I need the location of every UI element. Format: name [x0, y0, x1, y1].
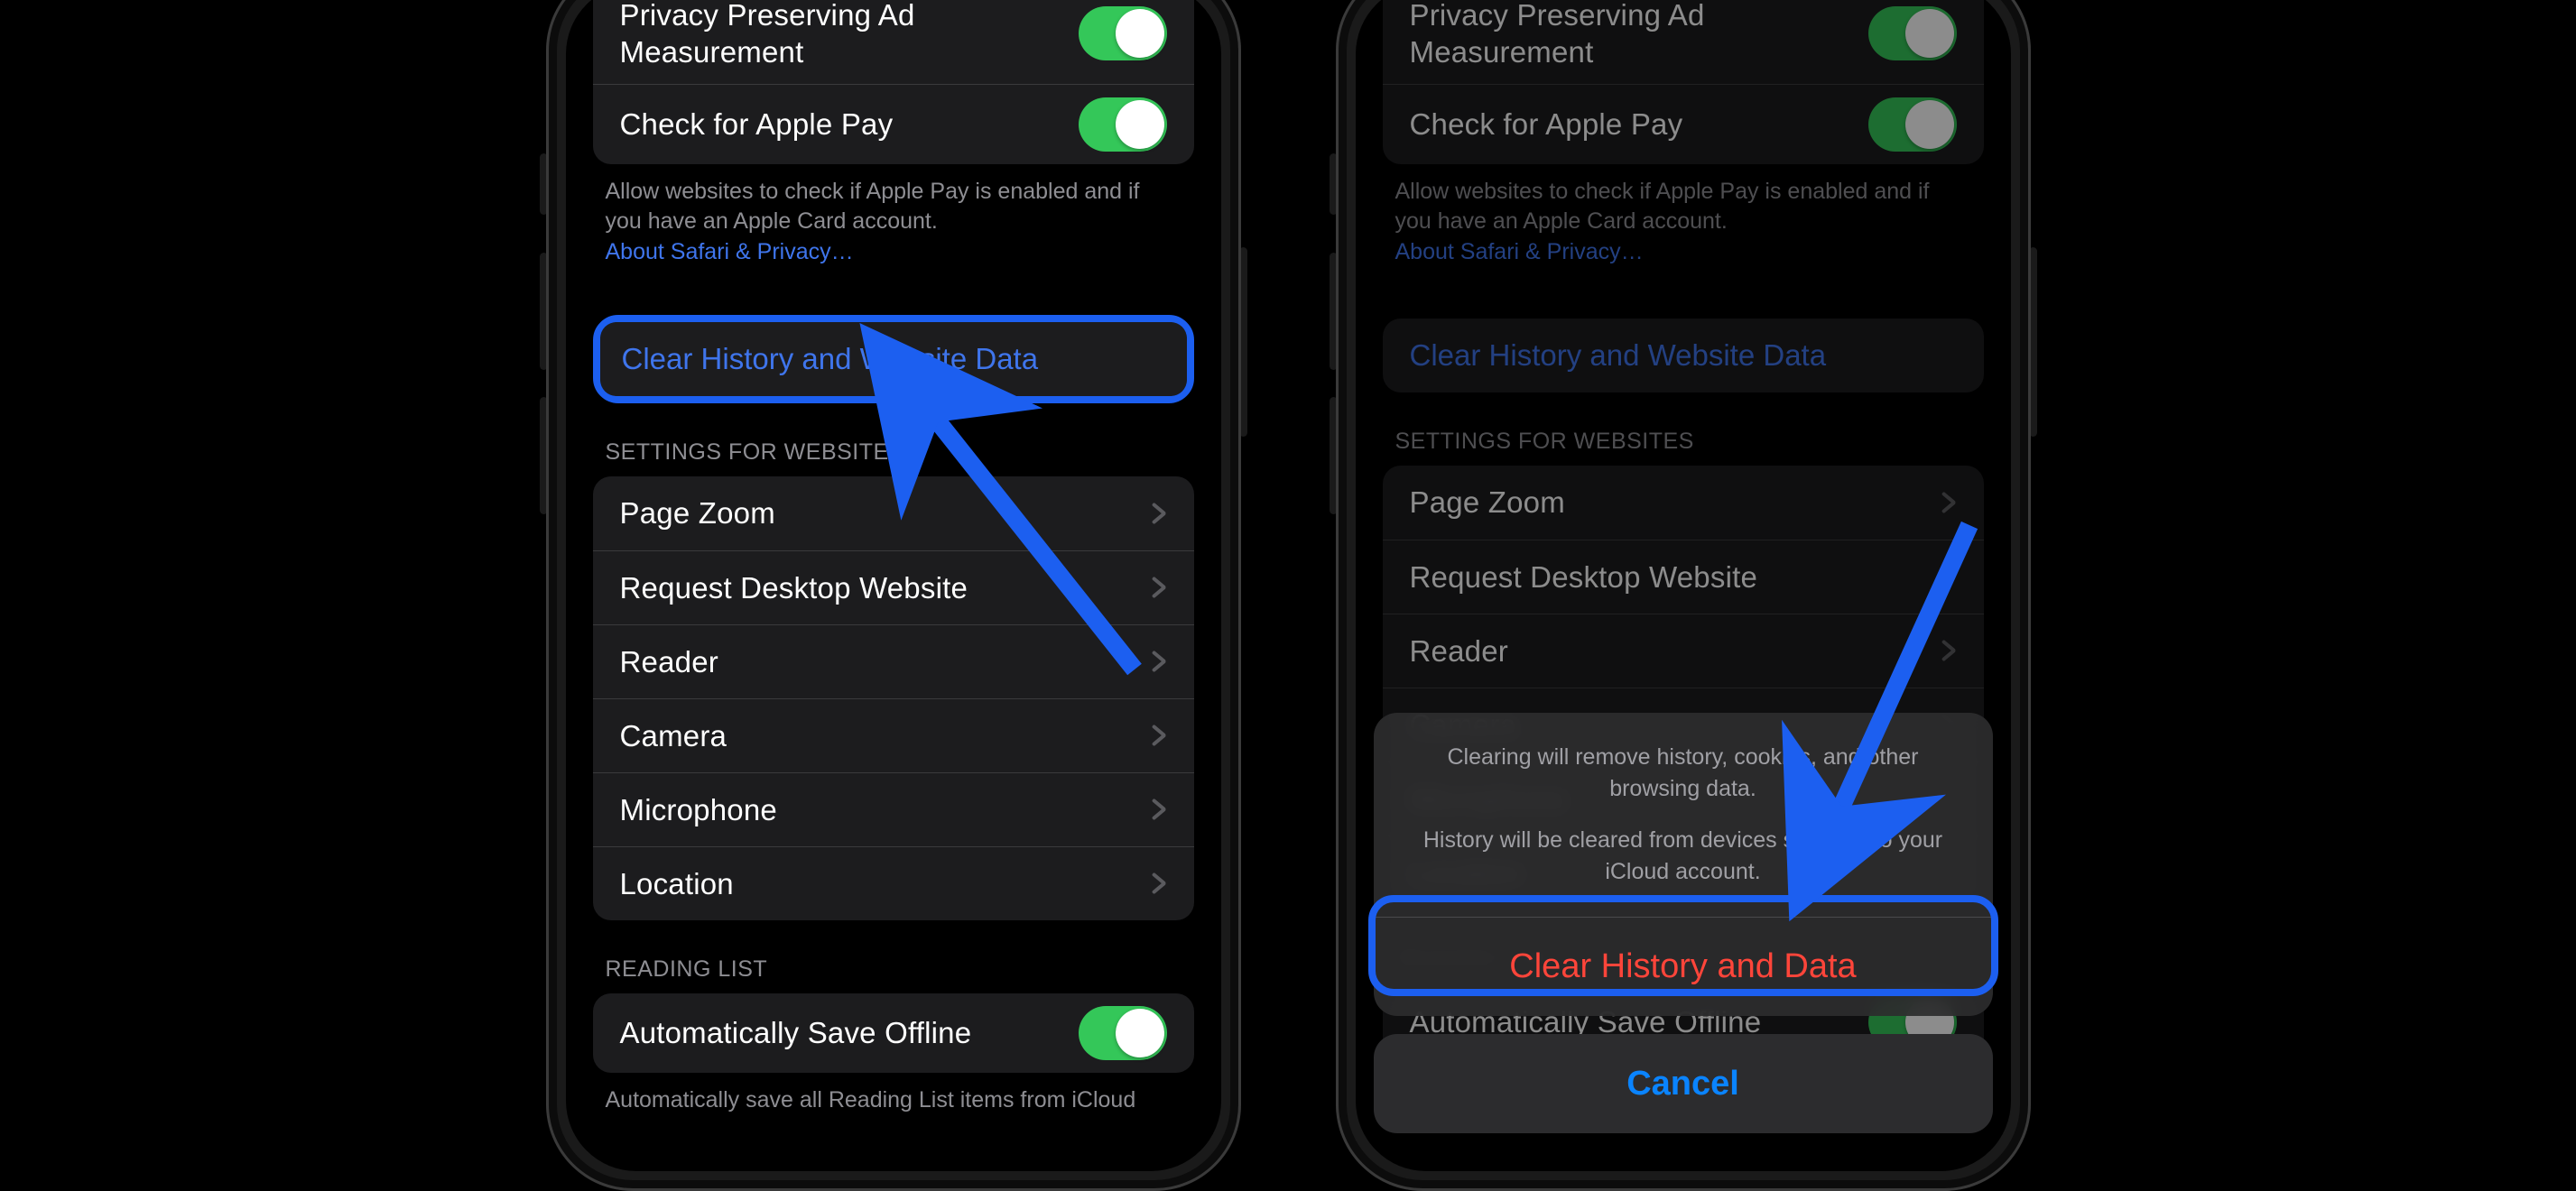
row-label: Privacy Preserving Ad Measurement — [620, 0, 1079, 71]
chevron-right-icon — [1942, 490, 1957, 515]
phone-right: Privacy Preserving Ad Measurement Check … — [1336, 0, 2031, 1191]
clear-history-button[interactable]: Clear History and Website Data — [1383, 319, 1984, 392]
button-label: Clear History and Data — [1509, 947, 1856, 986]
chevron-right-icon — [1942, 564, 1957, 589]
toggle-switch[interactable] — [1868, 97, 1957, 152]
section-footer: Automatically save all Reading List item… — [566, 1073, 1221, 1116]
action-sheet: Clearing will remove history, cookies, a… — [1374, 713, 1993, 1133]
settings-for-websites-header: SETTINGS FOR WEBSITES — [1356, 392, 2011, 466]
row-label: Check for Apple Pay — [1410, 106, 1683, 143]
row-label: Location — [620, 865, 734, 902]
row-label: Check for Apple Pay — [620, 106, 894, 143]
request-desktop-row[interactable]: Request Desktop Website — [593, 550, 1194, 624]
camera-row[interactable]: Camera — [593, 698, 1194, 772]
check-apple-pay-row[interactable]: Check for Apple Pay — [593, 84, 1194, 164]
section-footer: Allow websites to check if Apple Pay is … — [1356, 164, 2011, 268]
row-label: Microphone — [620, 791, 777, 828]
chevron-right-icon — [1153, 797, 1167, 822]
page-zoom-row[interactable]: Page Zoom — [593, 476, 1194, 550]
chevron-right-icon — [1153, 649, 1167, 674]
footer-text: Automatically save all Reading List item… — [606, 1087, 1136, 1113]
location-row[interactable]: Location — [593, 846, 1194, 920]
toggle-switch[interactable] — [1079, 1006, 1167, 1060]
row-label: Automatically Save Offline — [620, 1014, 972, 1051]
privacy-ad-measurement-row[interactable]: Privacy Preserving Ad Measurement — [593, 0, 1194, 84]
button-label: Cancel — [1626, 1065, 1739, 1103]
row-label: Privacy Preserving Ad Measurement — [1410, 0, 1868, 71]
check-apple-pay-row[interactable]: Check for Apple Pay — [1383, 84, 1984, 164]
row-label: Request Desktop Website — [620, 569, 968, 606]
clear-history-and-data-button[interactable]: Clear History and Data — [1374, 917, 1993, 1016]
privacy-ad-measurement-row[interactable]: Privacy Preserving Ad Measurement — [1383, 0, 1984, 84]
footer-text: Allow websites to check if Apple Pay is … — [606, 179, 1140, 235]
chevron-right-icon — [1942, 638, 1957, 663]
action-sheet-message: Clearing will remove history, cookies, a… — [1374, 713, 1993, 917]
chevron-right-icon — [1153, 723, 1167, 748]
clear-history-label: Clear History and Website Data — [622, 342, 1039, 376]
action-sheet-card: Clearing will remove history, cookies, a… — [1374, 713, 1993, 1016]
row-label: Page Zoom — [1410, 484, 1565, 521]
chevron-right-icon — [1153, 501, 1167, 526]
row-label: Camera — [620, 717, 727, 754]
row-label: Request Desktop Website — [1410, 559, 1758, 596]
phone-left: Privacy Preserving Ad Measurement Check … — [546, 0, 1241, 1191]
clear-history-button[interactable]: Clear History and Website Data — [600, 322, 1187, 396]
reading-list-header: READING LIST — [566, 920, 1221, 993]
about-safari-privacy-link[interactable]: About Safari & Privacy… — [606, 239, 854, 264]
cancel-button[interactable]: Cancel — [1374, 1034, 1993, 1133]
page-zoom-row[interactable]: Page Zoom — [1383, 466, 1984, 540]
clear-history-highlight: Clear History and Website Data — [593, 315, 1194, 403]
about-safari-privacy-link[interactable]: About Safari & Privacy… — [1395, 239, 1644, 264]
toggle-switch[interactable] — [1079, 6, 1167, 60]
toggle-switch[interactable] — [1868, 6, 1957, 60]
toggle-switch[interactable] — [1079, 97, 1167, 152]
footer-text: Allow websites to check if Apple Pay is … — [1395, 179, 1930, 235]
microphone-row[interactable]: Microphone — [593, 772, 1194, 846]
settings-for-websites-header: SETTINGS FOR WEBSITES — [566, 403, 1221, 476]
auto-save-offline-row[interactable]: Automatically Save Offline — [593, 993, 1194, 1073]
row-label: Reader — [620, 643, 718, 680]
row-label: Page Zoom — [620, 494, 775, 531]
sheet-message-line: History will be cleared from devices sig… — [1415, 825, 1951, 888]
reader-row[interactable]: Reader — [593, 624, 1194, 698]
reader-row[interactable]: Reader — [1383, 614, 1984, 688]
section-footer: Allow websites to check if Apple Pay is … — [566, 164, 1221, 268]
row-label: Reader — [1410, 632, 1508, 669]
chevron-right-icon — [1153, 575, 1167, 600]
clear-history-label: Clear History and Website Data — [1410, 338, 1827, 373]
request-desktop-row[interactable]: Request Desktop Website — [1383, 540, 1984, 614]
sheet-message-line: Clearing will remove history, cookies, a… — [1415, 742, 1951, 805]
chevron-right-icon — [1153, 871, 1167, 896]
